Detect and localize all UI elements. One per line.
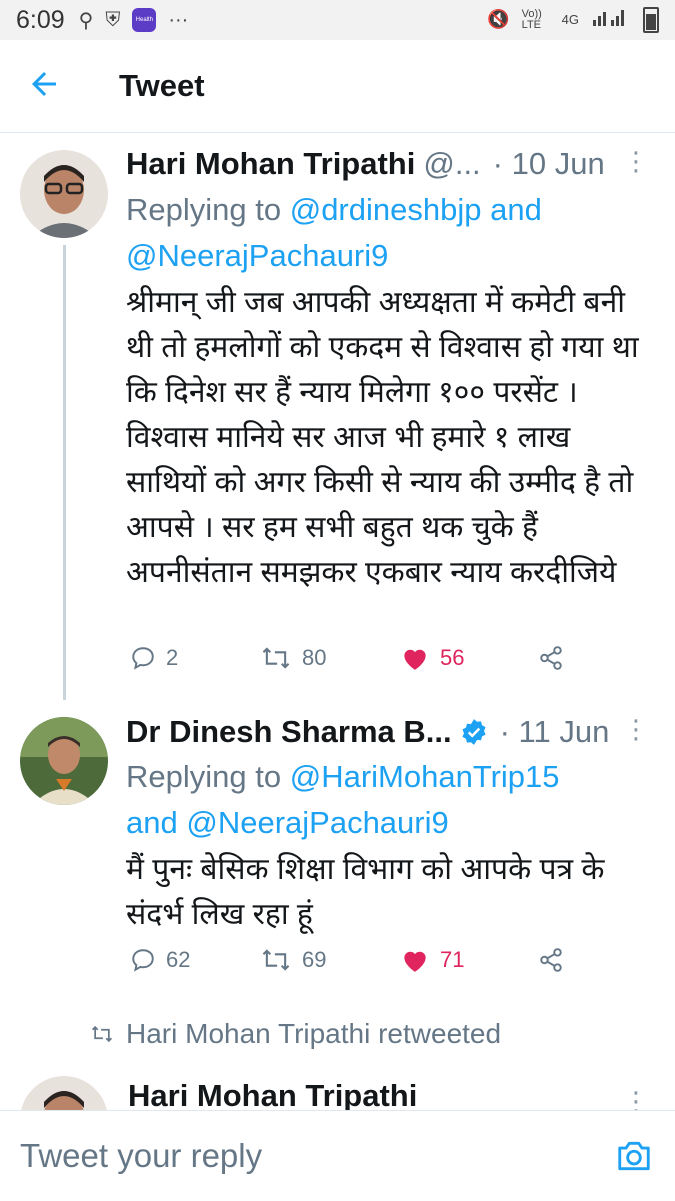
back-arrow-icon[interactable] xyxy=(26,66,66,106)
signal-icon xyxy=(591,6,631,33)
heart-icon xyxy=(404,649,426,670)
replying-prefix: Replying to xyxy=(126,759,290,794)
reply-button[interactable]: 62 xyxy=(130,947,190,973)
like-button[interactable]: 71 xyxy=(400,947,464,973)
avatar[interactable] xyxy=(20,1076,108,1110)
volte-indicator: Vo)) LTE xyxy=(521,7,542,31)
more-options-icon[interactable]: ⋮ xyxy=(623,1086,649,1110)
reply-bar: Tweet your reply xyxy=(0,1110,675,1201)
retweet-icon xyxy=(91,1025,113,1043)
mention-link[interactable]: @HariMohanTrip15 xyxy=(290,759,560,794)
verified-badge-icon xyxy=(462,719,486,745)
tweet-header: Hari Mohan Tripathi @... · 10 Jun xyxy=(126,144,675,184)
share-icon xyxy=(540,948,562,972)
status-time: 6:09 xyxy=(16,5,65,34)
network-indicator: 4G xyxy=(561,12,579,27)
tweet-date[interactable]: · 10 Jun xyxy=(493,146,605,182)
avatar[interactable] xyxy=(20,717,108,805)
share-button[interactable] xyxy=(538,645,564,671)
reply-button[interactable]: 2 xyxy=(130,645,178,671)
retweet-button[interactable]: 80 xyxy=(260,645,326,671)
more-options-icon[interactable]: ⋮ xyxy=(623,148,649,174)
status-bar: 6:09 ⚲ ⛨ Health ··· 🔇 Vo)) LTE 4G xyxy=(0,0,675,40)
app-bar: Tweet xyxy=(0,40,675,133)
heart-icon xyxy=(404,951,426,972)
tweet-actions: 2 80 56 xyxy=(126,645,675,685)
more-options-icon[interactable]: ⋮ xyxy=(623,716,649,742)
page-title: Tweet xyxy=(119,68,205,103)
retweet-count: 80 xyxy=(302,645,327,670)
notification-icon: ⚲ xyxy=(78,9,94,32)
author-name[interactable]: Dr Dinesh Sharma B... xyxy=(126,714,452,750)
reply-icon xyxy=(132,949,154,972)
share-button[interactable] xyxy=(538,947,564,973)
retweet-count: 69 xyxy=(302,947,327,972)
author-name[interactable]: Hari Mohan Tripathi xyxy=(128,1078,417,1110)
health-badge-label: Health xyxy=(135,16,153,23)
retweet-icon xyxy=(262,647,290,669)
retweeted-indicator[interactable]: Hari Mohan Tripathi retweeted xyxy=(90,1018,501,1050)
and-word: and xyxy=(490,192,542,227)
tweet-actions: 62 69 71 xyxy=(126,947,675,987)
more-notifications-icon: ··· xyxy=(168,8,189,31)
shield-icon: ⛨ xyxy=(105,8,121,31)
next-tweet[interactable]: Hari Mohan Tripathi ⋮ xyxy=(0,1070,675,1110)
share-icon xyxy=(540,646,562,670)
thread-connector-line xyxy=(63,245,66,700)
reply-input[interactable]: Tweet your reply xyxy=(20,1137,262,1175)
replying-prefix: Replying to xyxy=(126,192,290,227)
retweet-icon xyxy=(262,949,290,971)
mention-link[interactable]: @NeerajPachauri9 xyxy=(126,238,388,273)
like-count: 71 xyxy=(440,947,465,972)
author-name[interactable]: Hari Mohan Tripathi xyxy=(126,146,415,182)
reply-count: 2 xyxy=(166,645,179,670)
health-app-icon: Health xyxy=(132,8,157,32)
author-handle[interactable]: @... xyxy=(423,146,480,182)
tweet-header: Dr Dinesh Sharma B... · 11 Jun xyxy=(126,712,675,752)
retweet-button[interactable]: 69 xyxy=(260,947,326,973)
tweet-text: श्रीमान् जी जब आपकी अध्यक्षता में कमेटी … xyxy=(126,286,639,589)
like-count: 56 xyxy=(440,645,465,670)
camera-icon[interactable] xyxy=(615,1137,653,1175)
replying-to: Replying to @HariMohanTrip15 and @Neeraj… xyxy=(126,754,615,846)
tweet-date[interactable]: · 11 Jun xyxy=(500,714,610,750)
mention-link[interactable]: @drdineshbjp xyxy=(290,192,482,227)
avatar[interactable] xyxy=(20,150,108,238)
mention-link[interactable]: @NeerajPachauri9 xyxy=(186,805,448,840)
and-word: and xyxy=(126,805,178,840)
retweeted-label: Hari Mohan Tripathi retweeted xyxy=(126,1018,502,1049)
reply-icon xyxy=(132,647,154,670)
battery-icon xyxy=(643,6,659,33)
like-button[interactable]: 56 xyxy=(400,645,464,671)
mute-icon: 🔇 xyxy=(487,9,510,29)
tweet-text: मैं पुनः बेसिक शिक्षा विभाग को आपके पत्र… xyxy=(126,853,605,931)
reply-count: 62 xyxy=(166,947,191,972)
replying-to: Replying to @drdineshbjp and @NeerajPach… xyxy=(126,187,615,279)
